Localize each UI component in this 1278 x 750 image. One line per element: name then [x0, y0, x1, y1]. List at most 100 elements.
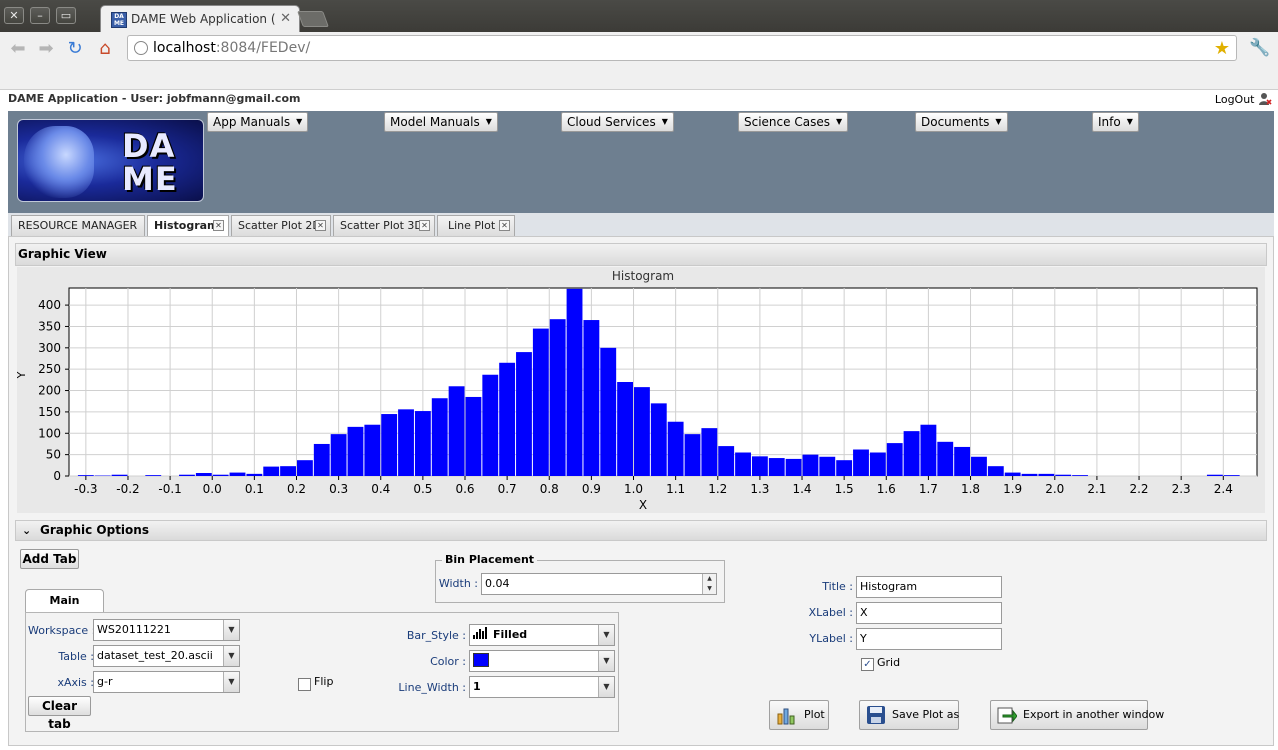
plot-button[interactable]: Plot: [769, 700, 829, 730]
histogram-bar: [600, 347, 617, 476]
save-plot-button-label: Save Plot as: [892, 708, 960, 721]
menu-cloud-services[interactable]: Cloud Services ▼: [561, 112, 674, 132]
histogram-bar: [280, 466, 296, 476]
menu-model-manuals[interactable]: Model Manuals ▼: [384, 112, 498, 132]
table-label: Table :: [58, 650, 94, 663]
tab-close-icon[interactable]: ✕: [213, 220, 224, 231]
x-tick-label: 0.0: [203, 482, 222, 496]
back-arrow-icon[interactable]: ⬅: [7, 38, 29, 60]
wrench-icon[interactable]: 🔧: [1249, 38, 1270, 58]
histogram-bar: [617, 382, 634, 476]
add-tab-button[interactable]: Add Tab: [20, 549, 79, 569]
histogram-bar: [751, 456, 768, 476]
dame-favicon-icon: DA ME: [111, 12, 127, 28]
color-select[interactable]: ▼: [469, 650, 615, 672]
save-plot-button[interactable]: Save Plot as: [859, 700, 959, 730]
address-bar[interactable]: localhost:8084/FEDev/ ★: [127, 35, 1237, 61]
graphic-options-header[interactable]: ⌄ Graphic Options: [15, 520, 1267, 541]
flip-checkbox[interactable]: [298, 678, 311, 691]
tab-scatter-plot-2d[interactable]: Scatter Plot 2D ✕: [231, 215, 331, 236]
menu-science-cases[interactable]: Science Cases ▼: [738, 112, 849, 132]
histogram-bar: [836, 460, 853, 476]
address-url: localhost:8084/FEDev/: [153, 40, 311, 56]
ylabel-label: YLabel :: [809, 632, 853, 645]
histogram-panel: Graphic View -0.3 -0.2 -0.1 0.0 0.1 0.2 0.3 0.4…: [8, 236, 1274, 746]
tab-line-plot[interactable]: Line Plot ✕: [437, 215, 515, 236]
histogram-bar: [1206, 474, 1223, 476]
tab-scatter-plot-3d[interactable]: Scatter Plot 3D ✕: [333, 215, 435, 236]
x-tick-label: 0.8: [540, 482, 559, 496]
histogram-bar: [296, 460, 313, 476]
window-minimize-button[interactable]: –: [30, 7, 50, 24]
tab-close-icon[interactable]: ✕: [315, 220, 326, 231]
line-width-select[interactable]: 1 ▼: [469, 676, 615, 698]
histogram-bar: [212, 474, 229, 476]
histogram-bar: [414, 411, 431, 476]
logout-link[interactable]: LogOut: [1215, 92, 1272, 106]
histogram-bar: [1223, 475, 1240, 476]
histogram-bar: [499, 362, 516, 476]
histogram-bar: [768, 458, 785, 476]
x-tick-label: -0.1: [158, 482, 181, 496]
histogram-svg: -0.3 -0.2 -0.1 0.0 0.1 0.2 0.3 0.4 0.5 0.6 0.7 0.8 0…: [17, 269, 1258, 512]
tab-histogram[interactable]: Histogram ✕: [147, 215, 229, 237]
ylabel-input[interactable]: Y: [856, 628, 1002, 650]
xlabel-input[interactable]: X: [856, 602, 1002, 624]
new-tab-button[interactable]: [297, 11, 329, 27]
x-tick-label: 0.1: [245, 482, 264, 496]
bin-placement-legend: Bin Placement: [442, 553, 538, 566]
dame-logo: DA ME: [17, 119, 204, 202]
tab-close-icon[interactable]: ✕: [419, 220, 430, 231]
bar-style-select[interactable]: Filled ▼: [469, 624, 615, 646]
menu-info[interactable]: Info ▼: [1092, 112, 1139, 132]
title-input[interactable]: Histogram: [856, 576, 1002, 598]
table-select[interactable]: dataset_test_20.ascii ▼: [93, 645, 240, 667]
histogram-bar: [448, 386, 465, 476]
x-tick-label: 1.7: [919, 482, 938, 496]
width-value: 0.04: [485, 577, 510, 590]
clear-tab-button[interactable]: Clear tab: [28, 696, 91, 731]
width-spinner[interactable]: 0.04 ▲ ▼: [481, 573, 717, 595]
tab-close-icon[interactable]: ✕: [499, 220, 510, 231]
color-swatch: [473, 653, 489, 667]
histogram-bar: [819, 456, 836, 476]
menu-app-manuals[interactable]: App Manuals ▼: [207, 112, 309, 132]
y-tick-label: 400: [38, 298, 61, 312]
histogram-bar: [263, 466, 280, 476]
chart-title: Histogram: [612, 269, 674, 283]
home-icon[interactable]: ⌂: [94, 38, 116, 60]
histogram-bar: [903, 431, 920, 476]
bookmark-star-icon[interactable]: ★: [1214, 38, 1230, 59]
chevron-down-icon: ▼: [598, 677, 614, 697]
grid-checkbox[interactable]: ✓: [861, 658, 874, 671]
histogram-bar: [583, 320, 600, 476]
tab-close-icon[interactable]: ✕: [280, 11, 291, 26]
histogram-bar: [735, 452, 751, 476]
y-tick-label: 300: [38, 341, 61, 355]
histogram-chart: -0.3 -0.2 -0.1 0.0 0.1 0.2 0.3 0.4 0.5 0.6 0.7 0.8 0…: [17, 267, 1265, 513]
x-tick-label: 1.2: [708, 482, 727, 496]
x-tick-label: 1.5: [835, 482, 854, 496]
dropdown-caret-icon: ▼: [661, 117, 668, 126]
workspace-label: Workspace :: [28, 624, 96, 637]
workspace-value: WS20111221: [97, 623, 171, 636]
app-tab-bar: RESOURCE MANAGER Histogram ✕ Scatter Plot…: [8, 213, 1274, 237]
window-maximize-button[interactable]: ▭: [56, 7, 76, 24]
browser-tab[interactable]: DA ME DAME Web Application (be ✕: [100, 5, 300, 33]
x-tick-label: 2.0: [1045, 482, 1064, 496]
histogram-bar: [1004, 472, 1021, 476]
tab-main[interactable]: Main: [25, 589, 104, 613]
spinner-arrows-icon[interactable]: ▲ ▼: [702, 574, 716, 594]
y-axis-label: Y: [17, 371, 28, 379]
histogram-bar: [364, 424, 381, 476]
histogram-bar: [701, 428, 718, 476]
forward-arrow-icon[interactable]: ➡: [35, 38, 57, 60]
reload-icon[interactable]: ↻: [64, 38, 86, 60]
menu-documents[interactable]: Documents ▼: [915, 112, 1008, 132]
x-tick-label: 0.3: [329, 482, 348, 496]
xaxis-select[interactable]: g-r ▼: [93, 671, 240, 693]
workspace-select[interactable]: WS20111221 ▼: [93, 619, 240, 641]
export-window-button[interactable]: Export in another window: [990, 700, 1164, 730]
tab-resource-manager[interactable]: RESOURCE MANAGER: [11, 215, 145, 236]
window-close-button[interactable]: ✕: [4, 7, 24, 24]
